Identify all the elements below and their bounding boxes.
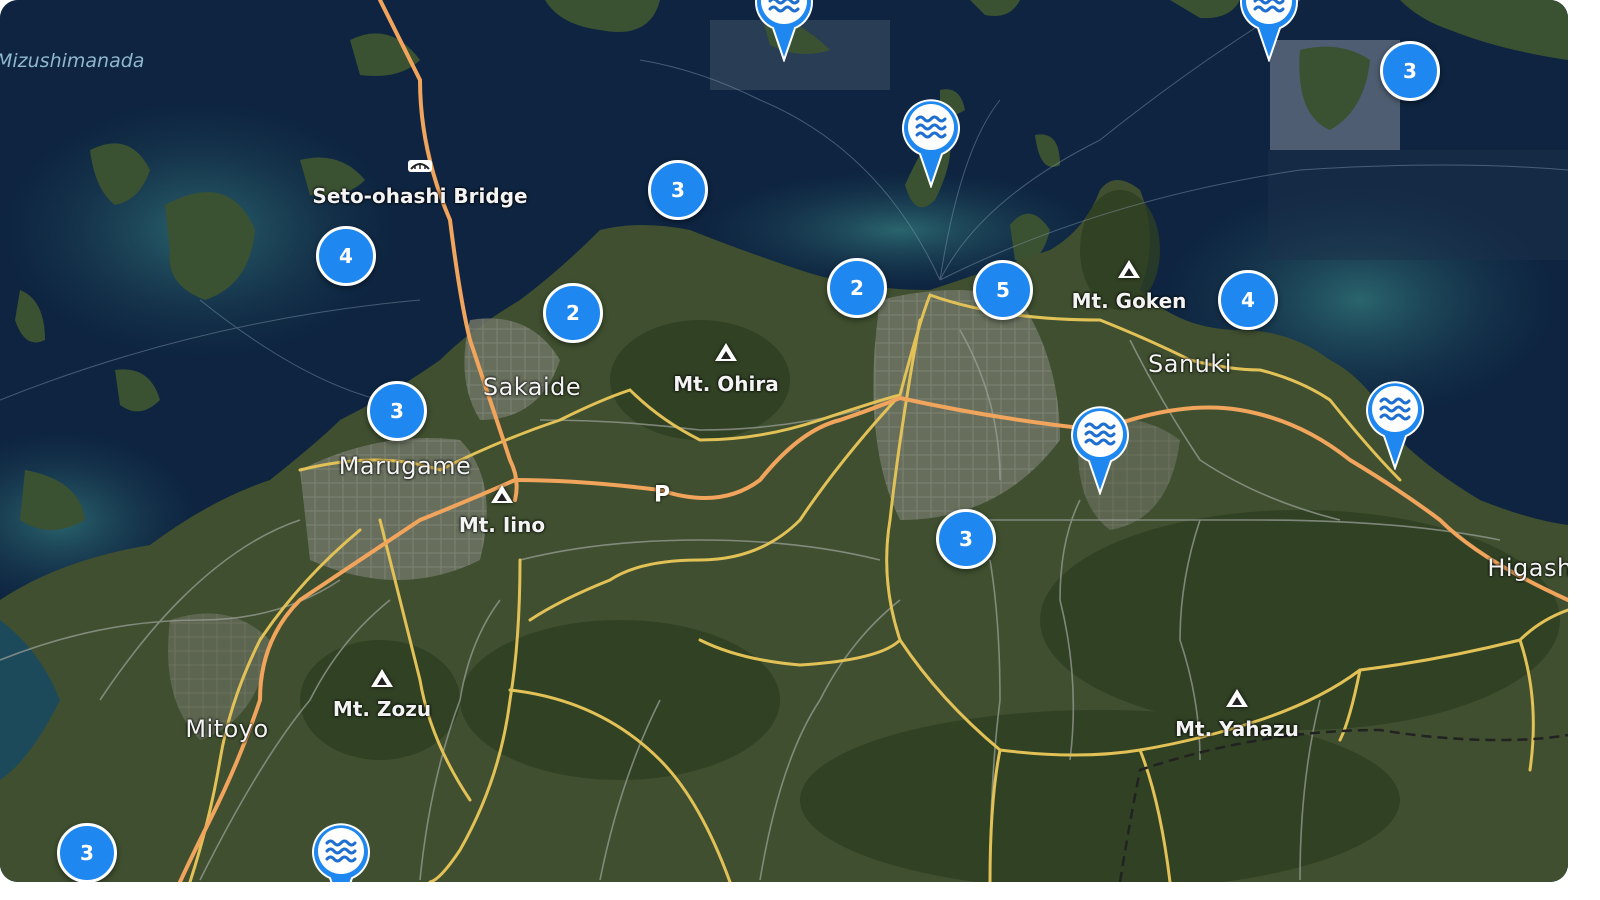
poi-label-mt-goken: Mt. Goken	[1071, 289, 1187, 313]
cluster-marker[interactable]: 3	[936, 509, 996, 569]
cluster-marker[interactable]: 3	[648, 160, 708, 220]
place-label-marugame: Marugame	[338, 452, 472, 480]
cluster-marker[interactable]: 5	[973, 260, 1033, 320]
bridge-icon	[408, 160, 432, 172]
cluster-marker[interactable]: 3	[57, 823, 117, 882]
water-waves-icon	[312, 823, 370, 882]
water-waves-icon	[1071, 406, 1129, 495]
water-marker[interactable]	[1364, 378, 1426, 470]
place-label-mitoyo: Mitoyo	[185, 715, 269, 743]
cluster-marker[interactable]: 2	[827, 258, 887, 318]
cluster-marker[interactable]: 4	[1218, 270, 1278, 330]
water-waves-icon	[1240, 0, 1298, 62]
map-view[interactable]: Mizushimanada Marugame Sakaide Sanuki Mi…	[0, 0, 1568, 882]
water-marker[interactable]	[310, 820, 372, 882]
sea-label-mizushimanada: Mizushimanada	[0, 50, 145, 72]
water-marker[interactable]	[753, 0, 815, 62]
cluster-marker[interactable]: 3	[367, 381, 427, 441]
water-marker[interactable]	[1238, 0, 1300, 62]
parking-icon: P	[653, 482, 671, 508]
water-marker[interactable]	[900, 96, 962, 188]
poi-label-mt-ohira: Mt. Ohira	[673, 372, 779, 396]
poi-label-seto-ohashi-bridge: Seto-ohashi Bridge	[312, 184, 528, 208]
place-label-higashi: Higash	[1487, 554, 1568, 582]
water-waves-icon	[1366, 381, 1424, 470]
water-waves-icon	[755, 0, 813, 62]
satellite-basemap	[0, 0, 1568, 882]
poi-label-mt-zozu: Mt. Zozu	[332, 697, 432, 721]
place-label-sanuki: Sanuki	[1148, 350, 1232, 378]
cluster-marker[interactable]: 3	[1380, 41, 1440, 101]
cluster-marker[interactable]: 4	[316, 226, 376, 286]
water-waves-icon	[902, 99, 960, 188]
water-marker[interactable]	[1069, 403, 1131, 495]
place-label-sakaide: Sakaide	[482, 373, 582, 401]
cluster-marker[interactable]: 2	[543, 283, 603, 343]
poi-label-mt-yahazu: Mt. Yahazu	[1175, 717, 1299, 741]
poi-label-mt-iino: Mt. Iino	[458, 513, 546, 537]
